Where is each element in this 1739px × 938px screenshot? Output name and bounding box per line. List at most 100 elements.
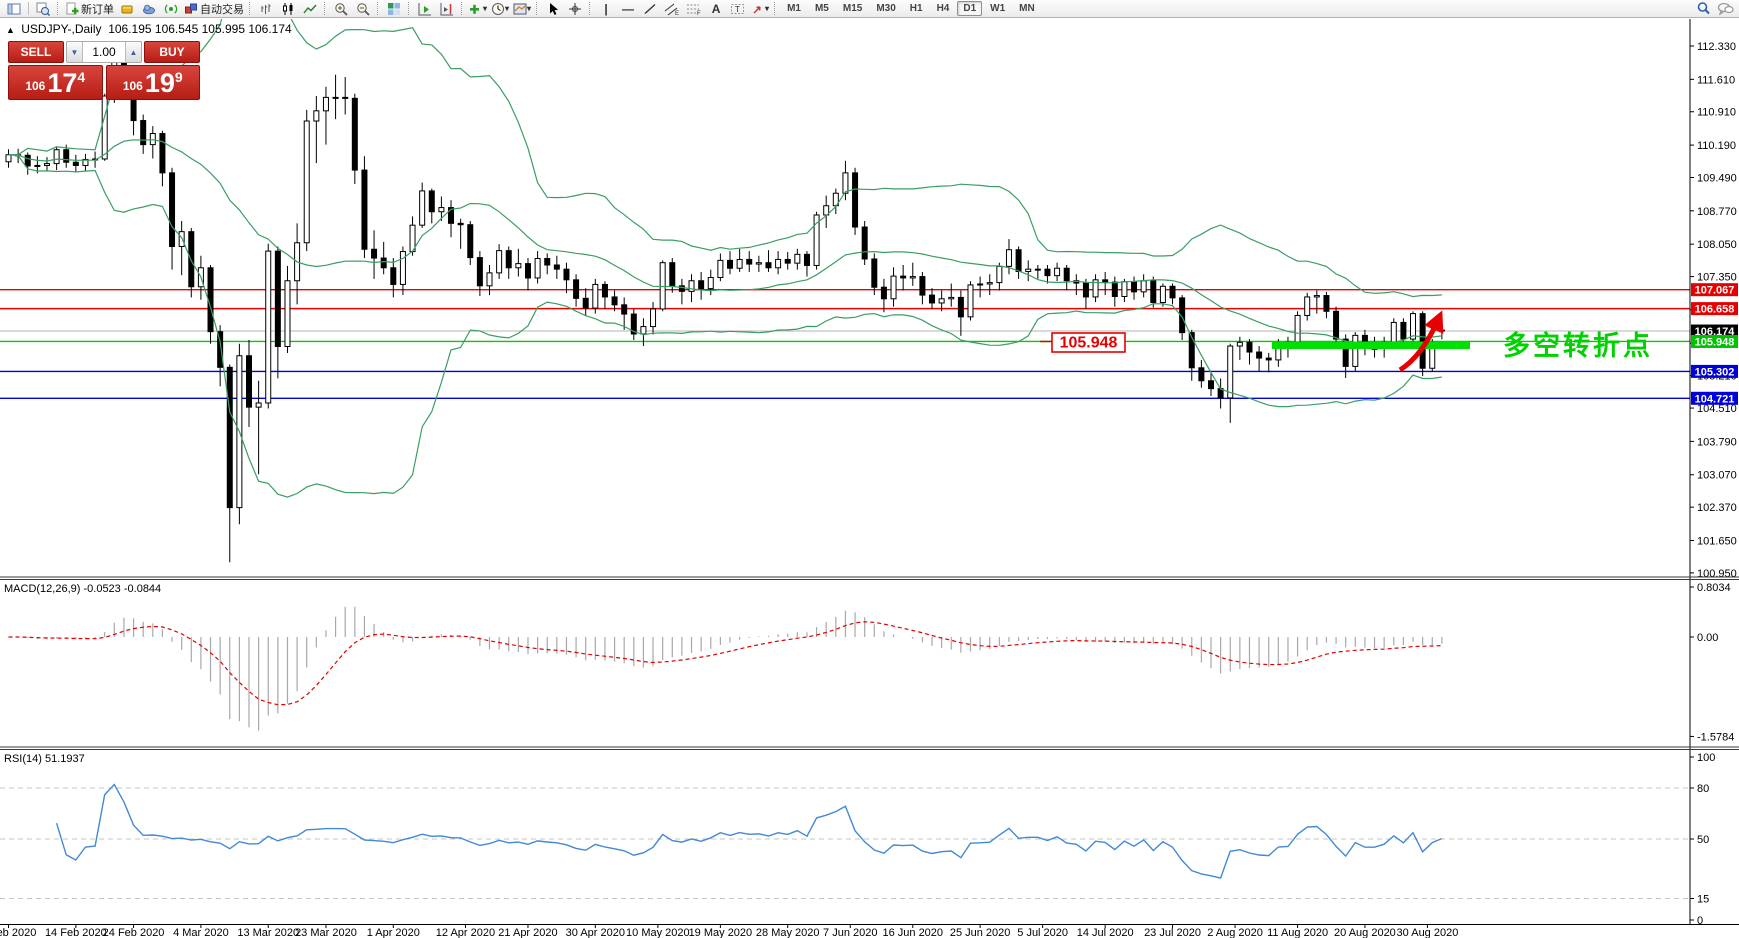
zoom-out-button[interactable] (352, 1, 374, 17)
chat-icon (1717, 2, 1734, 16)
timeframe-button-M5[interactable]: M5 (809, 1, 835, 16)
chat-button[interactable] (1714, 1, 1736, 17)
text-tool[interactable]: A (705, 1, 727, 17)
data-window-button[interactable] (32, 1, 54, 17)
date-tick-label: 30 Apr 2020 (566, 927, 625, 938)
indicators-icon (470, 4, 479, 14)
cursor-button[interactable] (542, 1, 564, 17)
vertical-line-tool[interactable]: | (595, 1, 617, 17)
gold-seal-icon (121, 5, 133, 13)
candlestick-chart-button[interactable] (277, 1, 299, 17)
price-tick-label: 110.910 (1697, 107, 1736, 119)
fibonacci-tool[interactable]: F (683, 1, 705, 17)
chart-ohlc-values: 106.195 106.545 105.995 106.174 (108, 22, 292, 36)
date-tick-label: 23 Mar 2020 (295, 927, 357, 938)
buy-price-box[interactable]: 106 19 9 (105, 65, 200, 100)
volume-increase-button[interactable]: ▲ (125, 42, 141, 62)
indicators-button[interactable]: ▾ (467, 1, 489, 17)
toolbar-grip (249, 2, 252, 15)
new-order-button[interactable]: 新订单 (63, 1, 116, 17)
trendline-tool[interactable] (639, 1, 661, 17)
timeframe-button-M1[interactable]: M1 (781, 1, 807, 16)
timeframe-button-W1[interactable]: W1 (984, 1, 1011, 16)
auto-trading-button[interactable]: 自动交易 (182, 1, 246, 17)
sell-price-box[interactable]: 106 17 4 (8, 65, 103, 100)
data-window-icon (36, 2, 50, 16)
panel-separator[interactable] (0, 576, 1739, 580)
main-price-panel[interactable]: 105.948 多空转折点 (0, 0, 1690, 563)
svg-text:F: F (697, 11, 701, 16)
chart-symbol-period: USDJPY-,Daily (21, 22, 102, 36)
price-tick-label: 108.050 (1697, 239, 1737, 251)
arrows-tool[interactable]: ▾ (749, 1, 771, 17)
panel-separator[interactable] (0, 746, 1739, 750)
volume-decrease-button[interactable]: ▼ (67, 42, 83, 62)
date-axis[interactable]: 5 Feb 2020 14 Feb 202024 Feb 2020 4 Mar 20… (0, 924, 1739, 938)
timeframe-button-M30[interactable]: M30 (870, 1, 901, 16)
crosshair-button[interactable] (564, 1, 586, 17)
community-button[interactable] (138, 1, 160, 17)
price-tick-label: 109.490 (1697, 172, 1737, 184)
arrows-tool-icon (753, 5, 761, 13)
chinese-annotation-text[interactable]: 多空转折点 (1503, 330, 1653, 361)
auto-scroll-button[interactable] (414, 1, 436, 17)
price-axis[interactable]: 112.330 111.610 110.910 110.190 109.490 108.7… (1689, 19, 1739, 927)
price-level-flag-text: 105.948 (1695, 336, 1735, 348)
timeframe-button-H4[interactable]: H4 (931, 1, 956, 16)
buy-button[interactable]: BUY (144, 41, 200, 63)
chart-shift-icon (440, 2, 453, 15)
rsi-tick-label: 15 (1697, 894, 1709, 906)
dropdown-arrow-icon: ▾ (765, 4, 770, 13)
horizontal-line-tool[interactable]: — (617, 1, 639, 17)
line-chart-button[interactable] (299, 1, 321, 17)
history-center-button[interactable] (116, 1, 138, 17)
periods-button[interactable]: ▾ (489, 1, 511, 17)
price-level-flag-text: 105.302 (1695, 366, 1735, 378)
timeframe-button-H1[interactable]: H1 (904, 1, 929, 16)
price-level-flag-text: 106.658 (1695, 304, 1735, 316)
date-tick-label: 5 Feb 2020 (0, 927, 36, 938)
sell-price-big-figure: 106 (25, 79, 46, 93)
channel-tool[interactable]: E (661, 1, 683, 17)
date-tick-label: 25 Jun 2020 (950, 927, 1011, 938)
sell-price-pips: 17 (47, 68, 78, 98)
toolbar: 新订单 自动交易 ▾ ▾ ▾ | — E F A T ▾ M1 M5 M15 M30 H… (0, 0, 1739, 18)
timeframe-button-M15[interactable]: M15 (837, 1, 868, 16)
templates-button[interactable]: ▾ (511, 1, 533, 17)
date-tick-label: 20 Aug 2020 (1334, 927, 1396, 938)
auto-trading-icon (185, 3, 197, 13)
price-tick-label: 100.950 (1697, 568, 1737, 580)
rsi-value: 51.1937 (44, 753, 85, 765)
date-tick-label: 23 Jul 2020 (1144, 927, 1201, 938)
volume-input[interactable] (83, 42, 125, 62)
chart-windows-button[interactable] (3, 1, 25, 17)
timeframe-button-D1[interactable]: D1 (957, 1, 983, 16)
date-tick-label: 10 May 2020 (626, 927, 690, 938)
price-tick-label: 101.650 (1697, 535, 1737, 547)
price-level-flag-text: 104.721 (1695, 393, 1735, 405)
date-tick-label: 11 Aug 2020 (1267, 927, 1328, 938)
rsi-tick-label: 50 (1697, 834, 1709, 846)
text-label-tool[interactable]: T (727, 1, 749, 17)
one-click-trade-panel: SELL ▼ ▲ BUY 106 17 4 106 19 9 (8, 41, 200, 100)
zoom-in-button[interactable] (330, 1, 352, 17)
chart-window[interactable]: 105.948 多空转折点 112.330 111.610 110.910 110.190… (0, 0, 1739, 938)
candlestick-chart-icon (283, 2, 293, 15)
tile-windows-button[interactable] (383, 1, 405, 17)
collapse-triangle-icon[interactable]: ▲ (6, 25, 15, 35)
signal-icon (164, 4, 178, 13)
green-highlight-bar[interactable] (1272, 341, 1470, 350)
search-button[interactable] (1692, 1, 1714, 17)
price-tick-label: 102.370 (1697, 502, 1737, 514)
toolbar-separator (28, 2, 29, 15)
chart-shift-button[interactable] (436, 1, 458, 17)
cloud-icon (143, 4, 155, 14)
timeframe-button-MN[interactable]: MN (1013, 1, 1041, 16)
price-level-flag-text: 107.067 (1695, 285, 1735, 297)
bar-chart-button[interactable] (255, 1, 277, 17)
price-callout-text: 105.948 (1060, 335, 1118, 352)
sell-button[interactable]: SELL (8, 41, 64, 63)
price-tick-label: 110.190 (1697, 140, 1736, 152)
chart-windows-icon (7, 3, 21, 14)
signals-button[interactable] (160, 1, 182, 17)
